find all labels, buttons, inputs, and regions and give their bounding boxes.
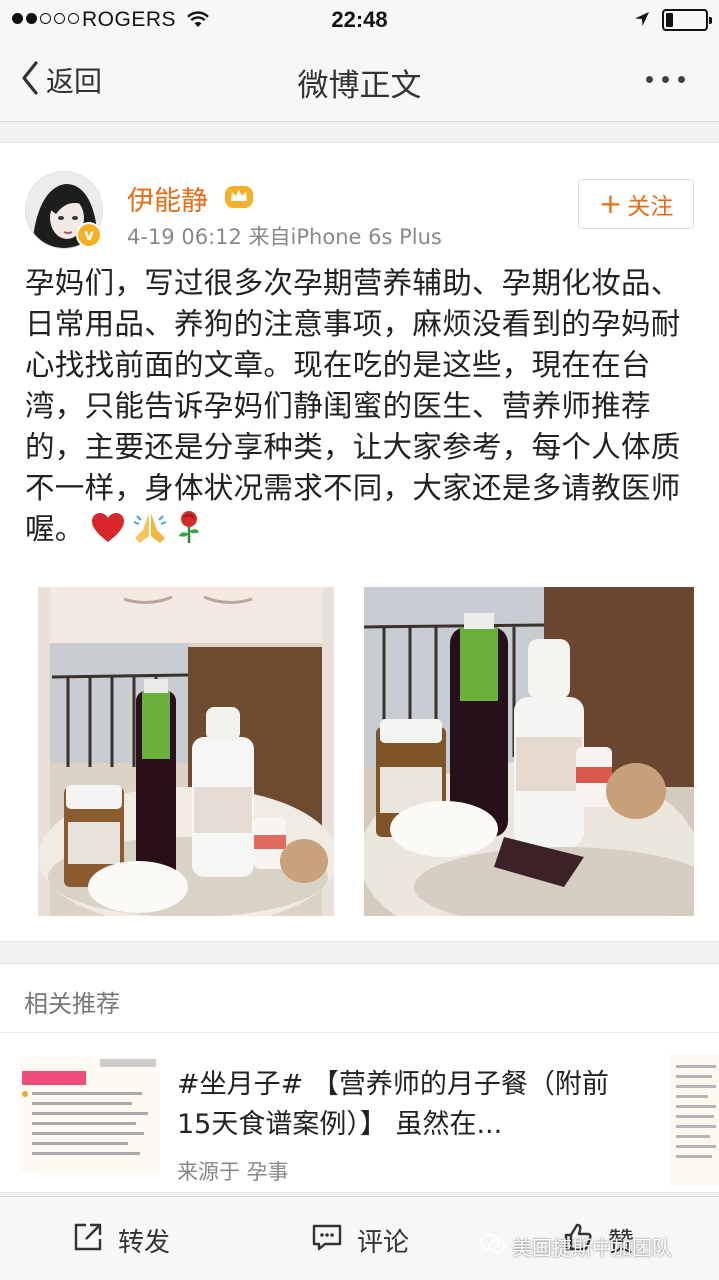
- comment-icon: [311, 1221, 343, 1260]
- wechat-icon: [480, 1233, 506, 1260]
- post-photo-1[interactable]: [38, 587, 334, 916]
- post-timestamp: 4-19 06:12: [127, 225, 242, 249]
- comment-label: 评论: [357, 1228, 410, 1258]
- more-dots-icon[interactable]: [646, 76, 685, 83]
- heart-emoji: [91, 512, 125, 555]
- plus-icon: +: [598, 187, 623, 220]
- post-photo-2[interactable]: [364, 587, 694, 916]
- related-title: 相关推荐: [24, 990, 120, 1018]
- crown-badge-icon: [224, 183, 254, 213]
- post-source: 来自iPhone 6s Plus: [248, 225, 442, 249]
- verified-badge-icon: v: [76, 222, 102, 248]
- related-item-thumbnail: [20, 1057, 160, 1173]
- watermark-text: 美国捷斯中加团队: [512, 1236, 672, 1260]
- back-label: 返回: [46, 65, 103, 98]
- follow-label: 关注: [627, 194, 674, 220]
- post-meta: 4-19 06:12 来自iPhone 6s Plus: [127, 221, 442, 251]
- location-arrow-icon: [633, 10, 651, 34]
- battery-icon: [662, 9, 712, 31]
- chevron-left-icon: [20, 60, 40, 100]
- repost-icon: [72, 1221, 104, 1260]
- related-item-side-image: [670, 1055, 719, 1185]
- related-section-header: 相关推荐: [0, 963, 719, 1033]
- post-body: 孕妈们，写过很多次孕期营养辅助、孕期化妆品、日常用品、养狗的注意事项，麻烦没看到…: [25, 263, 697, 555]
- related-item-source: 来源于 孕事: [177, 1160, 289, 1184]
- rose-emoji: [175, 510, 203, 555]
- post-body-text: 孕妈们，写过很多次孕期营养辅助、孕期化妆品、日常用品、养狗的注意事项，麻烦没看到…: [25, 266, 681, 546]
- wechat-watermark: 美国捷斯中加团队: [480, 1232, 672, 1261]
- repost-button[interactable]: 转发: [72, 1221, 170, 1260]
- page-title: 微博正文: [297, 68, 422, 104]
- username[interactable]: 伊能静: [127, 179, 208, 218]
- status-bar: ROGERS 22:48: [0, 0, 719, 40]
- folded-hands-emoji: [131, 510, 169, 555]
- related-item-text: #坐月子# 【营养师的月子餐（附前15天食谱案例）】 虽然在...: [177, 1069, 609, 1140]
- back-button[interactable]: 返回: [20, 60, 102, 100]
- navigation-bar: 返回 微博正文: [0, 40, 719, 122]
- related-item[interactable]: #坐月子# 【营养师的月子餐（附前15天食谱案例）】 虽然在... 来源于 孕事: [0, 1033, 719, 1193]
- comment-button[interactable]: 评论: [311, 1221, 409, 1260]
- follow-button[interactable]: + 关注: [578, 179, 694, 229]
- repost-label: 转发: [118, 1228, 171, 1258]
- post-card: v 伊能静 4-19 06:12 来自iPhone 6s Plus + 关注 孕…: [0, 142, 719, 942]
- clock: 22:48: [331, 7, 388, 32]
